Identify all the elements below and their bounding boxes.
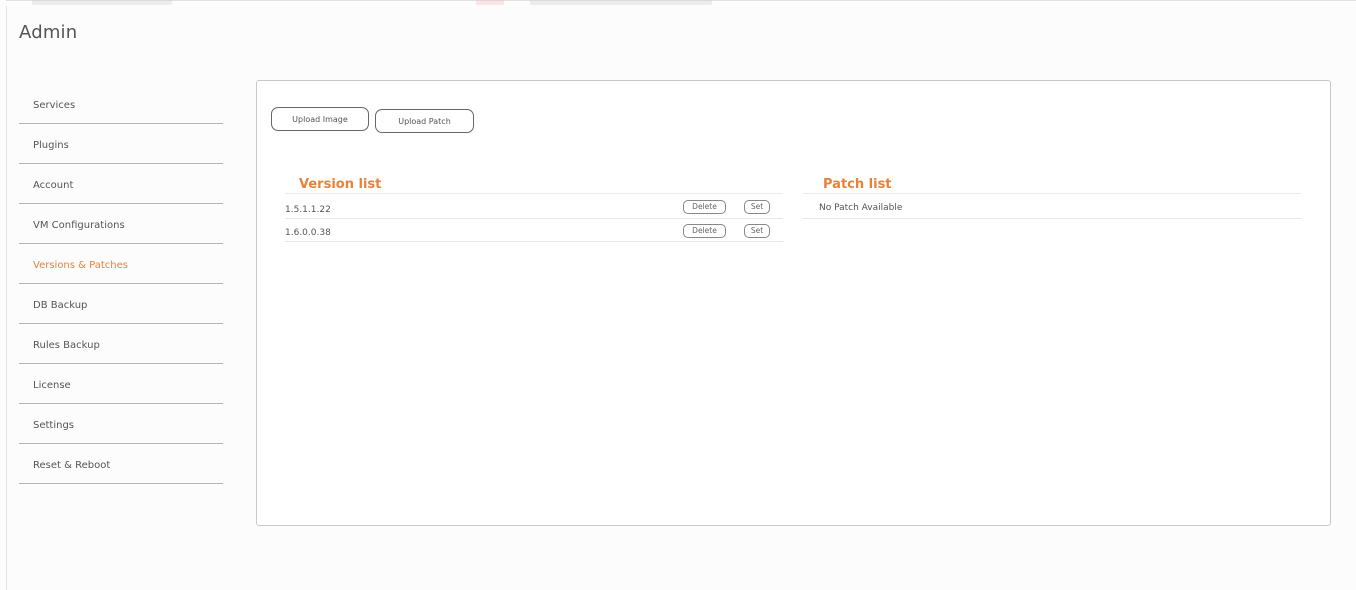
sidebar-item-account[interactable]: Account (19, 164, 223, 204)
delete-version-button[interactable]: Delete (683, 224, 726, 238)
sidebar-item-label: Account (33, 180, 74, 191)
sidebar-item-label: Services (33, 100, 76, 111)
sidebar-item-label: Plugins (33, 140, 69, 151)
version-row: 1.6.0.0.38 Delete Set (285, 220, 783, 242)
clipped-header-badge (476, 0, 504, 5)
sidebar-item-label: Settings (33, 420, 75, 431)
version-number: 1.6.0.0.38 (285, 228, 331, 238)
sidebar-item-services[interactable]: Services (19, 84, 223, 124)
admin-sidebar: Services Plugins Account VM Configuratio… (19, 84, 223, 484)
sidebar-item-label: License (33, 380, 71, 391)
set-version-button[interactable]: Set (744, 200, 770, 214)
upload-patch-button[interactable]: Upload Patch (375, 109, 474, 133)
sidebar-item-label: DB Backup (33, 300, 88, 311)
version-row: 1.5.1.1.22 Delete Set (285, 197, 783, 219)
version-number: 1.5.1.1.22 (285, 205, 331, 215)
sidebar-item-rules-backup[interactable]: Rules Backup (19, 324, 223, 364)
upload-image-button[interactable]: Upload Image (271, 107, 369, 131)
top-strip (6, 0, 1356, 10)
window-edge (6, 6, 7, 590)
sidebar-item-license[interactable]: License (19, 364, 223, 404)
versions-patches-panel: Upload Image Upload Patch Version list 1… (256, 80, 1331, 526)
no-patch-text: No Patch Available (819, 203, 903, 213)
patch-list-divider (803, 193, 1301, 194)
page-title: Admin (19, 22, 78, 43)
version-list-divider (285, 193, 783, 194)
sidebar-item-vm-configurations[interactable]: VM Configurations (19, 204, 223, 244)
patch-row: No Patch Available (803, 197, 1301, 219)
patch-list-heading: Patch list (823, 177, 892, 192)
sidebar-item-reset-reboot[interactable]: Reset & Reboot (19, 444, 223, 484)
delete-version-button[interactable]: Delete (683, 200, 726, 214)
clipped-header-text-2 (530, 0, 712, 5)
sidebar-item-settings[interactable]: Settings (19, 404, 223, 444)
set-version-button[interactable]: Set (744, 224, 770, 238)
clipped-header-text (32, 0, 172, 5)
sidebar-item-label: VM Configurations (33, 220, 125, 231)
sidebar-item-label: Rules Backup (33, 340, 100, 351)
version-list-heading: Version list (299, 177, 382, 192)
sidebar-item-label: Versions & Patches (33, 260, 128, 271)
sidebar-item-label: Reset & Reboot (33, 460, 111, 471)
sidebar-item-plugins[interactable]: Plugins (19, 124, 223, 164)
sidebar-item-db-backup[interactable]: DB Backup (19, 284, 223, 324)
sidebar-item-versions-patches[interactable]: Versions & Patches (19, 244, 223, 284)
